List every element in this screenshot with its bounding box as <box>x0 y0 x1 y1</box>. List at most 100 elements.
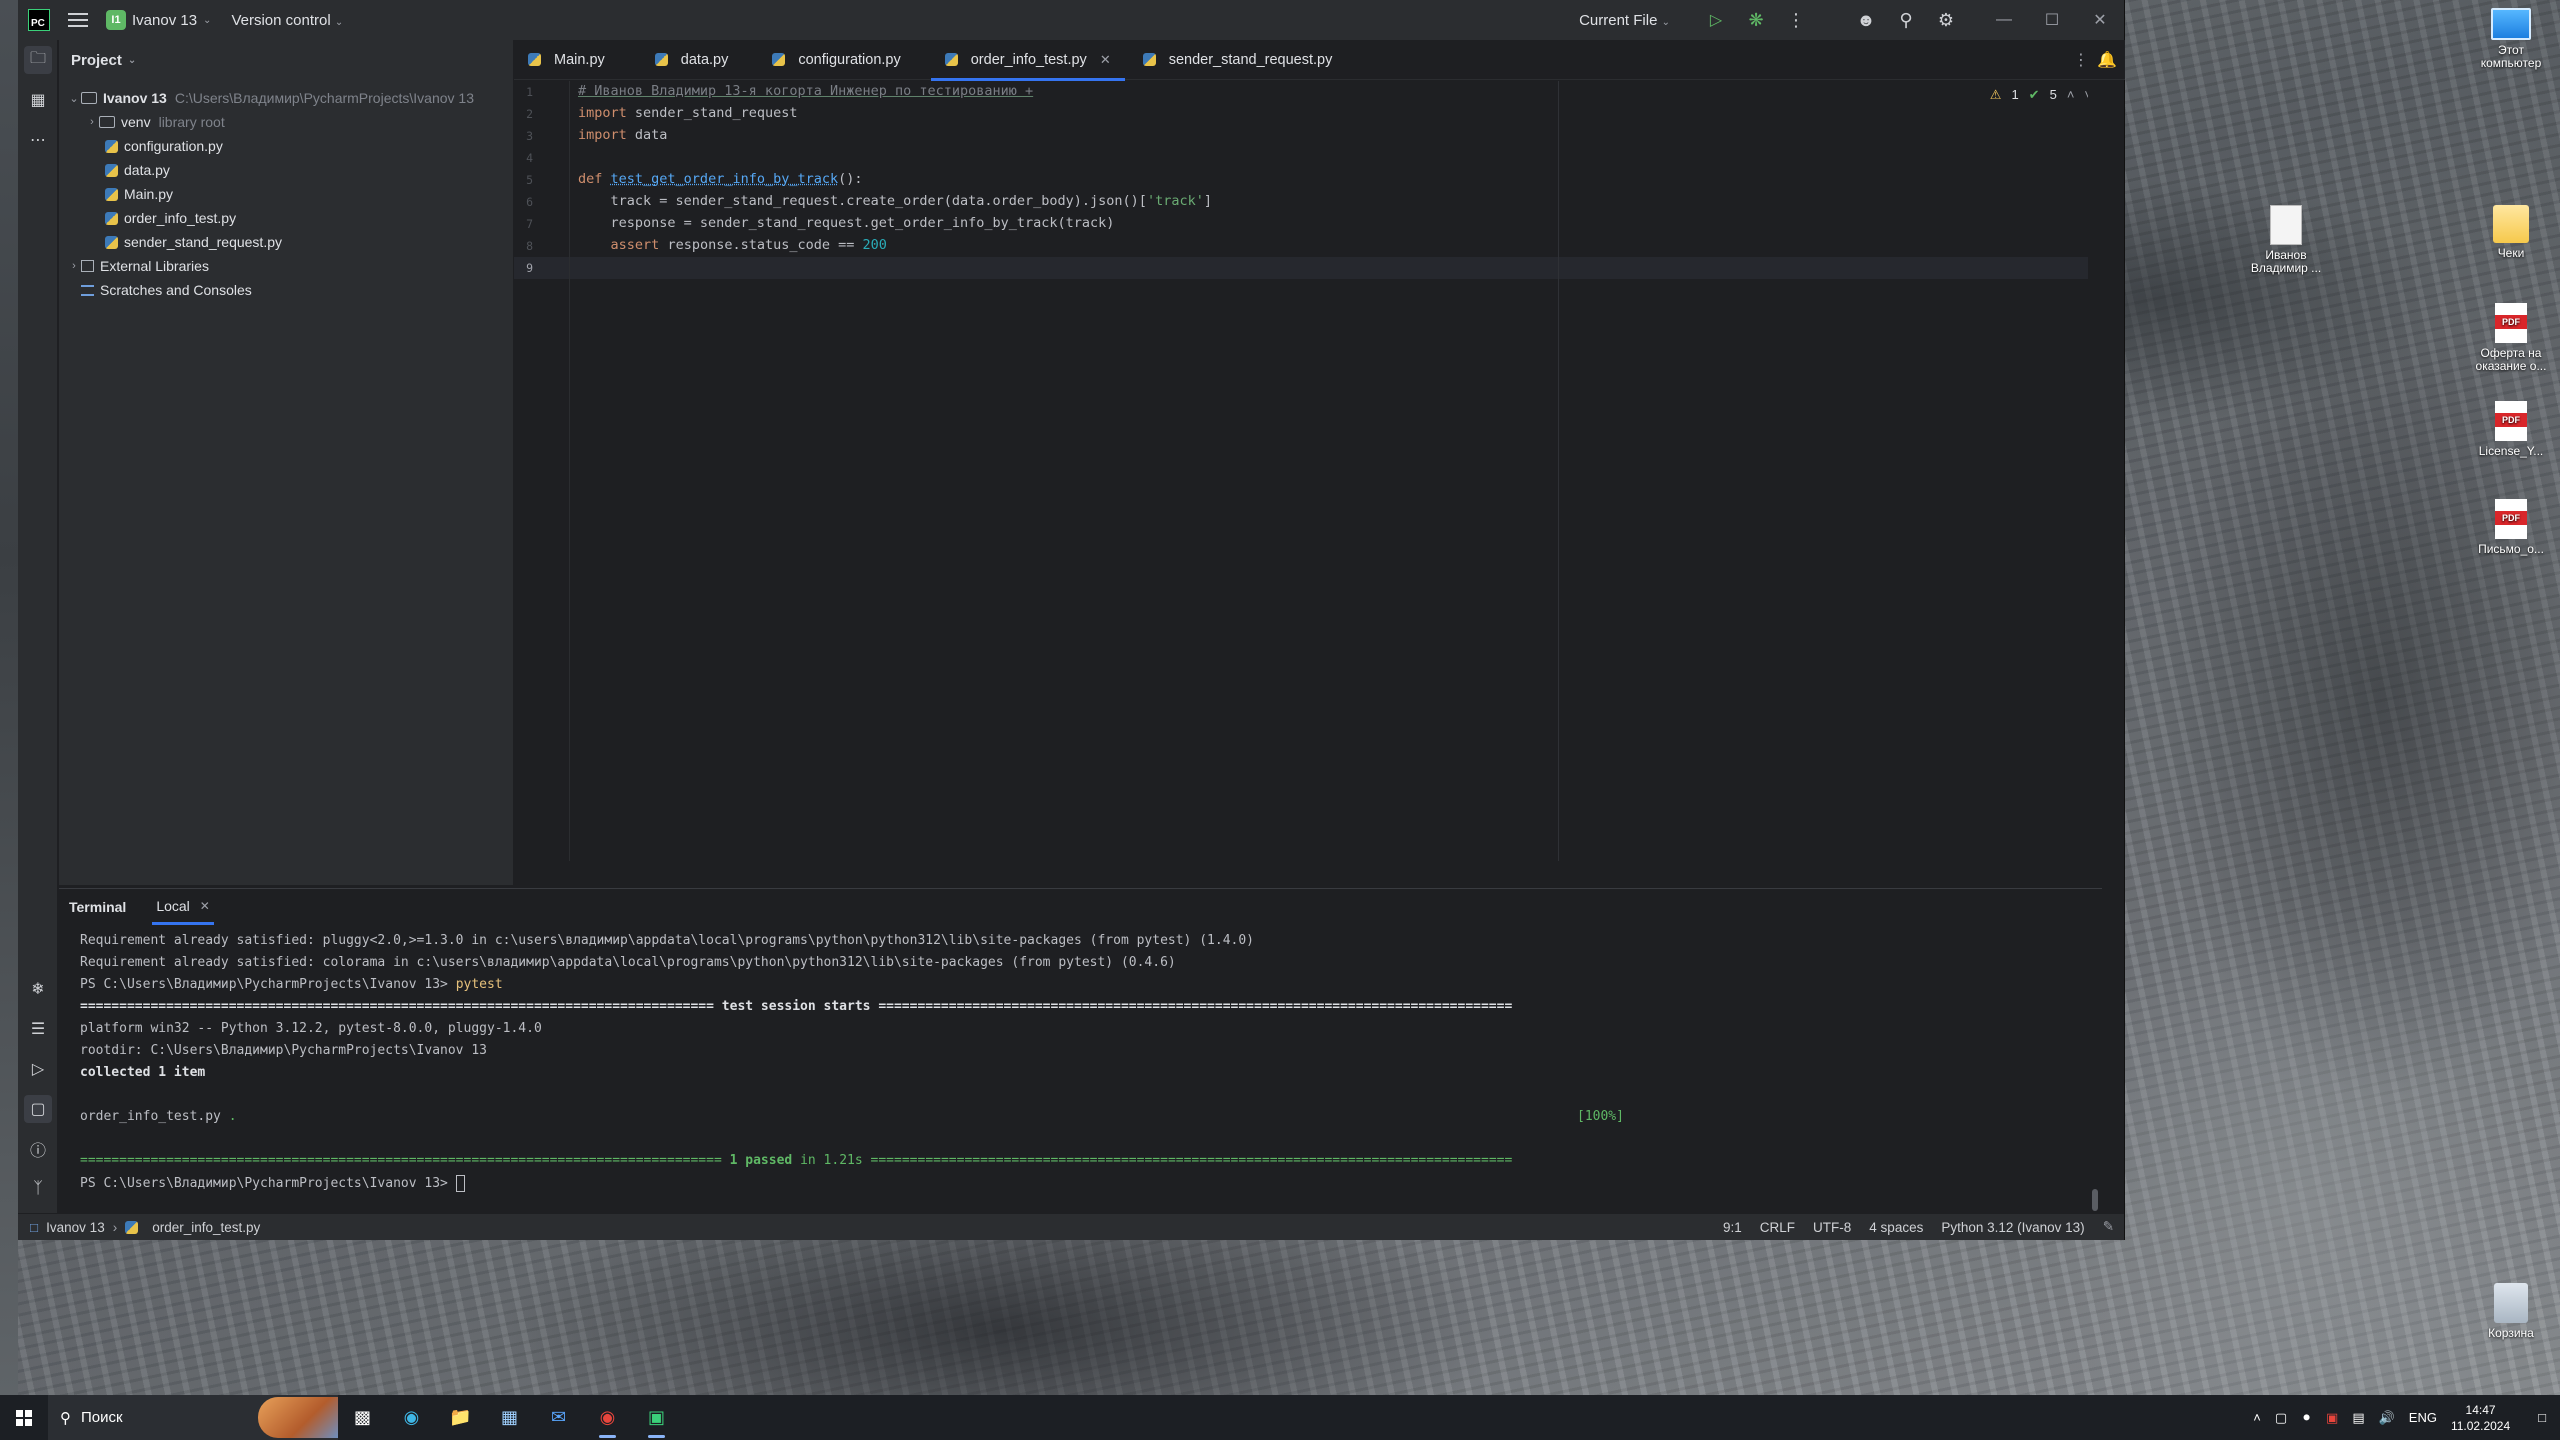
microphone-icon[interactable]: ⚫ <box>2301 1410 2312 1426</box>
tabs-more-icon[interactable]: ⋮ <box>2073 50 2089 70</box>
structure-tool-icon[interactable]: ▦ <box>24 86 52 114</box>
problems-icon[interactable]: ⓘ <box>24 1135 52 1163</box>
clock[interactable]: 14:47 11.02.2024 <box>2451 1402 2510 1434</box>
tray-app-icon[interactable]: ▢ <box>2275 1410 2287 1426</box>
tab-sender-stand-request-py[interactable]: sender_stand_request.py <box>1129 40 1347 80</box>
desktop-icon-pdf[interactable]: PDF Письмо_о... <box>2471 499 2551 556</box>
tree-item-file[interactable]: order_info_test.py <box>105 206 236 230</box>
pycharm-taskbar-icon[interactable]: ▣ <box>632 1395 681 1440</box>
tree-item-scratches[interactable]: Scratches and Consoles <box>81 278 252 302</box>
microsoft-store-icon[interactable]: ▦ <box>485 1395 534 1440</box>
scratches-icon <box>81 284 94 296</box>
indent-setting[interactable]: 4 spaces <box>1869 1220 1923 1235</box>
tree-item-venv[interactable]: › venv library root <box>85 110 225 134</box>
breadcrumb-project[interactable]: Ivanov 13 <box>46 1220 105 1235</box>
tab-order-info-test-py[interactable]: order_info_test.py ✕ <box>930 40 1125 81</box>
mail-icon[interactable]: ✉ <box>534 1395 583 1440</box>
terminal-tool-icon[interactable]: ▢ <box>24 1095 52 1123</box>
python-file-icon <box>528 53 541 66</box>
start-button[interactable] <box>0 1395 48 1440</box>
tray-shield-icon[interactable]: ▣ <box>2326 1410 2338 1426</box>
terminal-tab-local[interactable]: Local ✕ <box>152 889 214 925</box>
line-separator[interactable]: CRLF <box>1760 1220 1795 1235</box>
file-encoding[interactable]: UTF-8 <box>1813 1220 1851 1235</box>
services-icon[interactable]: ▷ <box>24 1055 52 1083</box>
python-interpreter[interactable]: Python 3.12 (Ivanov 13) <box>1941 1220 2084 1235</box>
python-file-icon <box>125 1220 139 1234</box>
tab-data-py[interactable]: data.py <box>641 40 743 80</box>
code-line-8: assert response.status_code == 200 <box>578 237 887 253</box>
maximize-icon[interactable]: ☐ <box>2028 0 2076 40</box>
notifications-bell-icon[interactable]: 🔔 <box>2097 50 2117 70</box>
tree-item-file[interactable]: sender_stand_request.py <box>105 230 282 254</box>
taskbar-search[interactable]: ⚲ Поиск <box>48 1395 338 1440</box>
desktop-icon-pdf[interactable]: PDF Оферта на оказание о... <box>2471 303 2551 373</box>
tree-item-label: External Libraries <box>100 258 209 274</box>
chevron-right-icon: › <box>112 1219 118 1235</box>
terminal-title: Terminal <box>69 899 127 915</box>
tree-item-external-libraries[interactable]: › External Libraries <box>67 254 209 278</box>
chevron-up-icon[interactable]: ˄ <box>2067 87 2075 103</box>
chrome-icon[interactable]: ◉ <box>583 1395 632 1440</box>
close-window-icon[interactable]: ✕ <box>2076 0 2124 40</box>
desktop-icon-pdf[interactable]: PDF License_Y... <box>2471 401 2551 458</box>
right-margin-guide <box>1558 81 1559 861</box>
project-panel-header[interactable]: Project ⌄ <box>59 40 513 80</box>
layers-icon[interactable]: ☰ <box>24 1015 52 1043</box>
code-editor[interactable]: 1 2 3 4 5 6 7 8 9 # Иванов Владимир 13-я… <box>514 81 2102 861</box>
python-packages-icon[interactable]: ❄ <box>24 975 52 1003</box>
chevron-right-icon: › <box>90 116 94 128</box>
search-icon[interactable]: ⚲ <box>1886 0 1926 40</box>
close-tab-icon[interactable]: ✕ <box>200 899 210 913</box>
project-tool-icon[interactable]: 🗀 <box>24 46 52 74</box>
close-tab-icon[interactable]: ✕ <box>1100 52 1111 68</box>
inspection-widget[interactable]: ⚠1 ✔5 ˄ ˅ <box>1990 87 2092 103</box>
terminal-prompt: PS C:\Users\Владимир\PycharmProjects\Iva… <box>80 1176 456 1191</box>
tree-item-root[interactable]: ⌄ Ivanov 13 C:\Users\Владимир\PycharmPro… <box>67 86 474 110</box>
desktop-icon-document[interactable]: Иванов Владимир ... <box>2246 205 2326 275</box>
tree-item-file[interactable]: configuration.py <box>105 134 223 158</box>
more-tools-icon[interactable]: ⋯ <box>24 126 52 154</box>
caret-position[interactable]: 9:1 <box>1723 1220 1742 1235</box>
chevron-down-icon: ⌄ <box>69 92 79 105</box>
read-only-lock-icon[interactable]: ✎ <box>2103 1219 2114 1235</box>
line-number: 5 <box>526 173 533 187</box>
input-language[interactable]: ENG <box>2409 1410 2437 1425</box>
network-icon[interactable]: ▤ <box>2352 1410 2364 1426</box>
file-explorer-icon[interactable]: 📁 <box>436 1395 485 1440</box>
desktop-icon-recycle-bin[interactable]: Корзина <box>2471 1283 2551 1340</box>
task-view-icon[interactable]: ▩ <box>338 1395 387 1440</box>
code-with-me-icon[interactable]: ☻ <box>1846 0 1886 40</box>
main-menu-icon[interactable] <box>68 13 88 27</box>
breadcrumb-file[interactable]: order_info_test.py <box>152 1220 260 1235</box>
desktop-icon-folder[interactable]: Чеки <box>2471 205 2551 260</box>
vcs-menu[interactable]: Version control ⌄ <box>231 12 343 29</box>
show-hidden-icons-icon[interactable]: ˄ <box>2253 1410 2261 1425</box>
desktop-icon-this-pc[interactable]: Этот компьютер <box>2471 8 2551 70</box>
tree-item-label: configuration.py <box>124 138 223 154</box>
tab-main-py[interactable]: Main.py <box>514 40 619 80</box>
more-actions-icon[interactable]: ⋮ <box>1776 0 1816 40</box>
minimize-icon[interactable]: — <box>1980 0 2028 40</box>
tree-item-label: sender_stand_request.py <box>124 234 282 250</box>
line-number: 6 <box>526 195 533 209</box>
terminal-scrollbar[interactable] <box>2092 1189 2098 1211</box>
run-icon[interactable]: ▷ <box>1696 0 1736 40</box>
tool-window-strip: 🗀 ▦ ⋯ ❄ ☰ ▷ ▢ ⓘ ᛉ <box>18 40 58 1230</box>
tree-item-file[interactable]: data.py <box>105 158 170 182</box>
desktop-icon-label: License_Y... <box>2478 444 2544 458</box>
tab-configuration-py[interactable]: configuration.py <box>758 40 914 80</box>
settings-gear-icon[interactable]: ⚙ <box>1926 0 1966 40</box>
notification-center-icon[interactable]: □ <box>2538 1410 2546 1425</box>
git-icon[interactable]: ᛉ <box>24 1175 52 1203</box>
desktop-icon-label: Корзина <box>2488 1326 2534 1340</box>
editor-scrollbar[interactable] <box>2088 81 2102 861</box>
run-configuration-select[interactable]: Current File ⌄ <box>1579 12 1670 29</box>
debug-icon[interactable]: ❋ <box>1736 0 1776 40</box>
tab-label: configuration.py <box>798 51 901 68</box>
volume-icon[interactable]: 🔊 <box>2379 1410 2395 1426</box>
tree-item-file[interactable]: Main.py <box>105 182 173 206</box>
tree-item-label: Scratches and Consoles <box>100 282 252 298</box>
edge-browser-icon[interactable]: ◉ <box>387 1395 436 1440</box>
project-switcher[interactable]: I1 Ivanov 13 ⌄ <box>106 10 211 30</box>
